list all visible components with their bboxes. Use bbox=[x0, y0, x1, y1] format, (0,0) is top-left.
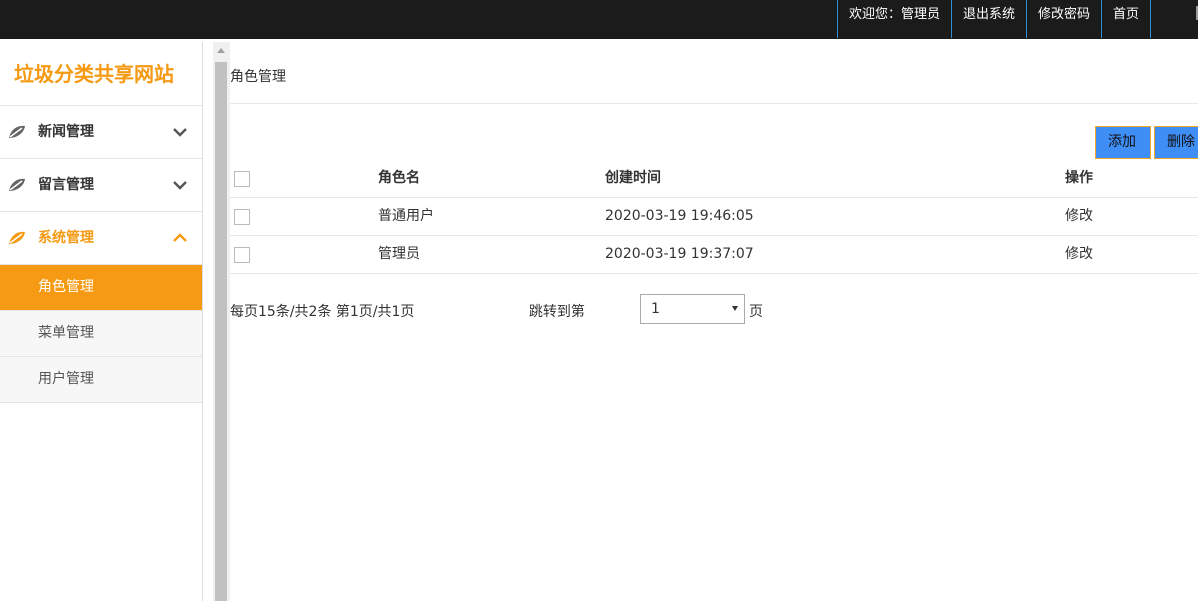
leaf-icon bbox=[9, 231, 25, 244]
pagination-hidden-links[interactable]: ▪▪▪▪▪▪▪ bbox=[424, 304, 518, 320]
page-select-value: 1 bbox=[651, 301, 660, 317]
dropdown-arrow-icon bbox=[732, 306, 738, 311]
change-password-link[interactable]: 修改密码 bbox=[1025, 0, 1101, 38]
table-header-row: 角色名 创建时间 操作 bbox=[230, 160, 1198, 198]
delete-button[interactable]: 删除 bbox=[1154, 126, 1198, 159]
edit-link[interactable]: 修改 bbox=[1065, 198, 1093, 234]
created-time-cell: 2020-03-19 19:46:05 bbox=[605, 208, 754, 224]
sidebar-group-label: 系统管理 bbox=[38, 230, 94, 246]
sidebar-item-users[interactable]: 用户管理 bbox=[0, 357, 202, 403]
sidebar: 垃圾分类共享网站 新闻管理 留言管理 系统管理 角色管理 菜单管理 用户管理 bbox=[0, 42, 203, 601]
leaf-icon bbox=[9, 178, 25, 191]
roles-table: 角色名 创建时间 操作 普通用户 2020-03-19 19:46:05 修改 … bbox=[230, 160, 1198, 274]
chevron-down-icon bbox=[173, 181, 187, 190]
scroll-up-arrow-icon[interactable] bbox=[217, 48, 225, 53]
home-link[interactable]: 首页 bbox=[1100, 0, 1151, 38]
logout-link[interactable]: 退出系统 bbox=[950, 0, 1026, 38]
row-checkbox[interactable] bbox=[234, 209, 250, 225]
pagination-info: 每页15条/共2条 第1页/共1页 bbox=[230, 304, 415, 320]
jump-label: 跳转到第 bbox=[528, 304, 585, 320]
main-content: 角色管理 添加 删除 角色名 创建时间 操作 普通用户 2020-03-19 1… bbox=[230, 42, 1198, 601]
header-created-time: 创建时间 bbox=[605, 170, 661, 186]
page-suffix: 页 bbox=[749, 304, 763, 320]
scroll-thumb[interactable] bbox=[215, 62, 227, 601]
sidebar-group-messages[interactable]: 留言管理 bbox=[0, 159, 202, 212]
chevron-down-icon bbox=[173, 128, 187, 137]
divider bbox=[230, 103, 1198, 104]
chevron-up-icon bbox=[173, 233, 187, 242]
sidebar-group-label: 留言管理 bbox=[38, 177, 94, 193]
row-checkbox[interactable] bbox=[234, 247, 250, 263]
table-row: 管理员 2020-03-19 19:37:07 修改 bbox=[230, 236, 1198, 274]
page-select[interactable]: 1 bbox=[640, 294, 745, 324]
top-bar: 欢迎您：管理员 退出系统 修改密码 首页 bbox=[0, 0, 1198, 39]
top-nav: 欢迎您：管理员 退出系统 修改密码 首页 bbox=[836, 0, 1151, 38]
edit-link[interactable]: 修改 bbox=[1065, 236, 1093, 272]
sidebar-scrollbar[interactable] bbox=[213, 42, 230, 601]
site-title: 垃圾分类共享网站 bbox=[0, 42, 202, 106]
header-role-name: 角色名 bbox=[378, 170, 420, 186]
header-operation: 操作 bbox=[1065, 170, 1093, 186]
role-name-cell: 管理员 bbox=[378, 246, 420, 262]
add-button[interactable]: 添加 bbox=[1095, 126, 1151, 159]
welcome-user[interactable]: 欢迎您：管理员 bbox=[836, 0, 951, 38]
pagination: 每页15条/共2条 第1页/共1页 ▪▪▪▪▪▪▪ 跳转到第 bbox=[230, 294, 585, 326]
sidebar-group-system[interactable]: 系统管理 bbox=[0, 212, 202, 265]
select-all-checkbox[interactable] bbox=[234, 171, 250, 187]
sidebar-item-menus[interactable]: 菜单管理 bbox=[0, 311, 202, 357]
role-name-cell: 普通用户 bbox=[378, 208, 434, 224]
breadcrumb: 角色管理 bbox=[230, 69, 286, 85]
sidebar-group-news[interactable]: 新闻管理 bbox=[0, 106, 202, 159]
sidebar-item-roles[interactable]: 角色管理 bbox=[0, 265, 202, 311]
leaf-icon bbox=[9, 125, 25, 138]
sidebar-group-label: 新闻管理 bbox=[38, 124, 94, 140]
table-row: 普通用户 2020-03-19 19:46:05 修改 bbox=[230, 198, 1198, 236]
created-time-cell: 2020-03-19 19:37:07 bbox=[605, 246, 754, 262]
